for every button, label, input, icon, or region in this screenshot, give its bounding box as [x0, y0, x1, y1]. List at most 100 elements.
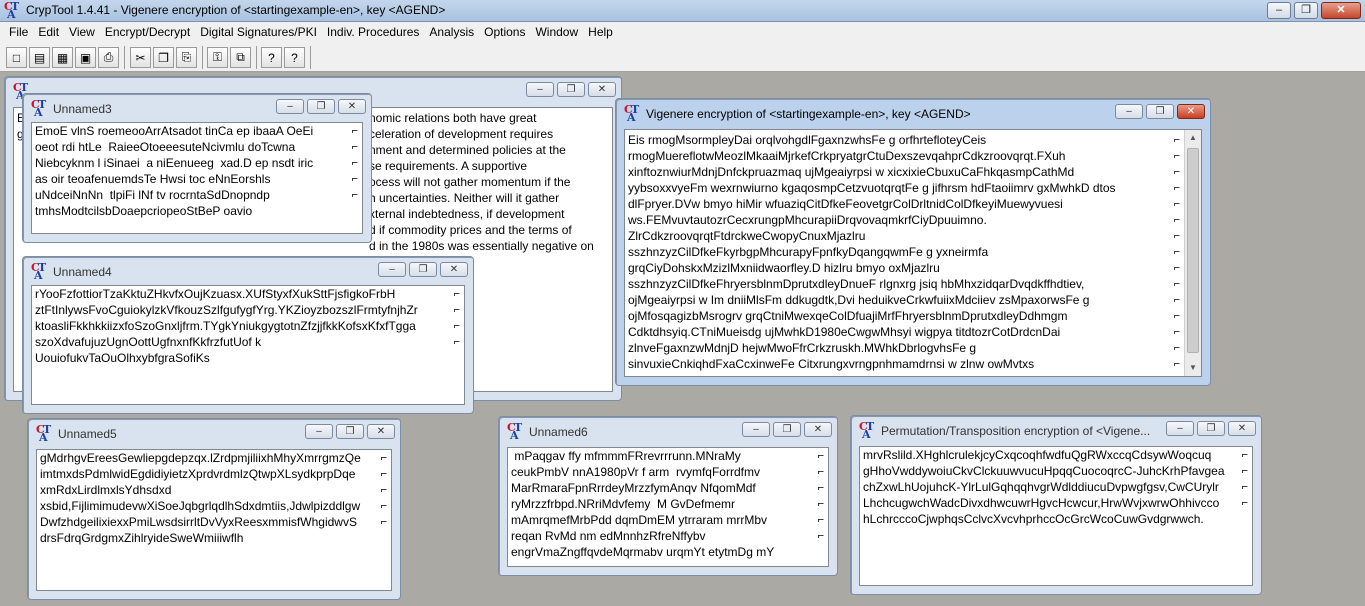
paragraph-mark-icon: ⌐: [1173, 326, 1180, 338]
paragraph-mark-icon: ⌐: [1173, 198, 1180, 210]
menu-indiv-procedures[interactable]: Indiv. Procedures: [322, 25, 425, 39]
text-area-unnamed4[interactable]: rYooFzfottiorTzaKktuZHkvfxOujKzuasx.XUfS…: [31, 285, 465, 405]
app-title: CrypTool 1.4.41 - Vigenere encryption of…: [26, 3, 446, 17]
cryptool-window-icon[interactable]: CTA: [507, 421, 523, 442]
text-area-unnamed5[interactable]: gMdrhgvEreesGewliepgdepzqx.lZrdpmjiliixh…: [36, 449, 392, 591]
text-line: oeot rdi htLe RaieeOtoeeesuteNcivmlu doT…: [35, 140, 358, 154]
scroll-up-icon[interactable]: ▲: [1185, 130, 1201, 146]
text-line: drsFdrqGrdgmxZihlryideSweWmiiiwflh: [40, 531, 244, 545]
text-area-permutation[interactable]: mrvRslild.XHghlcrulekjcyCxqcoqhfwdfuQgRW…: [859, 446, 1253, 586]
menu-view[interactable]: View: [64, 25, 100, 39]
text-line: d if commodity prices and the terms of: [369, 223, 572, 237]
scroll-down-icon[interactable]: ▼: [1185, 360, 1201, 376]
open-folder-icon[interactable]: ▤: [29, 47, 50, 68]
maximize-button[interactable]: ❐: [557, 82, 585, 97]
app-restore-button[interactable]: ❐: [1294, 2, 1318, 19]
paragraph-mark-icon: ⌐: [1173, 342, 1180, 354]
text-line: ryMrzzfrbpd.NRriMdvfemy M GvDefmemr ⌐: [511, 497, 824, 511]
text-line: celeration of development requires: [369, 127, 554, 141]
text-line: MarRmaraFpnRrrdeyMrzzfymAnqv NfqomMdf ⌐: [511, 481, 824, 495]
window-icon[interactable]: ⧉: [230, 47, 251, 68]
menu-encrypt-decrypt[interactable]: Encrypt/Decrypt: [100, 25, 195, 39]
menu-file[interactable]: File: [4, 25, 33, 39]
app-minimize-button[interactable]: ‒: [1267, 2, 1291, 19]
window-title: Unnamed6: [529, 425, 588, 439]
open-file-icon[interactable]: ▦: [52, 47, 73, 68]
minimize-button[interactable]: ‒: [305, 424, 333, 439]
close-button[interactable]: ✕: [804, 422, 832, 437]
toolbar-separator: [202, 46, 203, 69]
toolbar-separator: [124, 46, 125, 69]
close-button[interactable]: ✕: [1177, 104, 1205, 119]
close-button[interactable]: ✕: [440, 262, 468, 277]
close-button[interactable]: ✕: [338, 99, 366, 114]
text-line: dlFpryer.DVw bmyo hiMir wfuaziqCitDfkeFe…: [628, 197, 1180, 211]
menu-help[interactable]: Help: [583, 25, 618, 39]
paragraph-mark-icon: ⌐: [1173, 262, 1180, 274]
text-line: xsbid,FijlimimudevwXiSoeJqbgrlqdlhSdxdmt…: [40, 499, 387, 513]
paragraph-mark-icon: ⌐: [1173, 214, 1180, 226]
close-button[interactable]: ✕: [1228, 421, 1256, 436]
cryptool-window-icon[interactable]: CTA: [624, 103, 640, 124]
print-icon[interactable]: ⎙: [98, 47, 119, 68]
minimize-button[interactable]: ‒: [276, 99, 304, 114]
close-button[interactable]: ✕: [588, 82, 616, 97]
paragraph-mark-icon: ⌐: [1173, 358, 1180, 370]
menu-window[interactable]: Window: [530, 25, 583, 39]
paragraph-mark-icon: ⌐: [817, 530, 824, 542]
menu-edit[interactable]: Edit: [33, 25, 64, 39]
window-vigenere[interactable]: CTA Vigenere encryption of <startingexam…: [615, 98, 1211, 386]
cryptool-window-icon[interactable]: CTA: [859, 420, 875, 441]
cut-icon[interactable]: ✂: [130, 47, 151, 68]
window-unnamed6[interactable]: CTA Unnamed6 ‒ ❐ ✕ mPaqgav ffy mfmmmFRre…: [498, 416, 838, 576]
minimize-button[interactable]: ‒: [378, 262, 406, 277]
window-unnamed4[interactable]: CTA Unnamed4 ‒ ❐ ✕ rYooFzfottiorTzaKktuZ…: [22, 256, 474, 414]
minimize-button[interactable]: ‒: [1115, 104, 1143, 119]
window-unnamed3[interactable]: CTA Unnamed3 ‒ ❐ ✕ EmoE vlnS roemeooArrA…: [22, 93, 372, 243]
minimize-button[interactable]: ‒: [742, 422, 770, 437]
help-icon[interactable]: ?: [261, 47, 282, 68]
cryptool-app-icon[interactable]: CTA: [4, 0, 20, 21]
text-area-unnamed6[interactable]: mPaqgav ffy mfmmmFRrevrrrunn.MNraMy ⌐ ceu…: [507, 447, 829, 567]
save-icon[interactable]: ▣: [75, 47, 96, 68]
text-line: rYooFzfottiorTzaKktuZHkvfxOujKzuasx.XUfS…: [35, 287, 460, 301]
window-unnamed5[interactable]: CTA Unnamed5 ‒ ❐ ✕ gMdrhgvEreesGewliepgd…: [27, 418, 401, 600]
maximize-button[interactable]: ❐: [1146, 104, 1174, 119]
text-line: ktoasliFkkhkkiizxfoSzoGnxljfrm.TYgkYniuk…: [35, 319, 460, 333]
copy-icon[interactable]: ❐: [153, 47, 174, 68]
menu-options[interactable]: Options: [479, 25, 530, 39]
minimize-button[interactable]: ‒: [526, 82, 554, 97]
text-area-vigenere[interactable]: Eis rmogMsormpleyDai orqlvohgdlFgaxnzwhs…: [624, 129, 1202, 377]
text-line: ojMgeaiyrpsi w Im dniiMlsFm ddkugdtk,Dvi…: [628, 293, 1180, 307]
cryptool-window-icon[interactable]: CTA: [36, 423, 52, 444]
paragraph-mark-icon: ⌐: [817, 466, 824, 478]
maximize-button[interactable]: ❐: [1197, 421, 1225, 436]
menu-digital-signatures[interactable]: Digital Signatures/PKI: [195, 25, 322, 39]
window-title: Unnamed5: [58, 427, 117, 441]
paste-icon[interactable]: ⎘: [176, 47, 197, 68]
context-help-icon[interactable]: ?: [284, 47, 305, 68]
text-line: yybsoxxvyeFm wexrnwiurno kgaqosmpCetzvuo…: [628, 181, 1180, 195]
maximize-button[interactable]: ❐: [336, 424, 364, 439]
paragraph-mark-icon: ⌐: [1173, 278, 1180, 290]
scroll-thumb[interactable]: [1187, 148, 1199, 353]
paragraph-mark-icon: ⌐: [817, 514, 824, 526]
cryptool-window-icon[interactable]: CTA: [31, 261, 47, 282]
toolbar-separator: [310, 46, 311, 69]
text-line: xinftoznwiurMdnjDnfckpruazmaq ujMgeaiyrp…: [628, 165, 1180, 179]
new-document-icon[interactable]: □: [6, 47, 27, 68]
close-button[interactable]: ✕: [367, 424, 395, 439]
window-permutation[interactable]: CTA Permutation/Transposition encryption…: [850, 415, 1262, 595]
app-close-button[interactable]: ✕: [1321, 2, 1361, 19]
maximize-button[interactable]: ❐: [773, 422, 801, 437]
menu-analysis[interactable]: Analysis: [424, 25, 479, 39]
key-icon[interactable]: ⚿: [207, 47, 228, 68]
text-area-unnamed3[interactable]: EmoE vlnS roemeooArrAtsadot tinCa ep iba…: [31, 122, 363, 234]
vertical-scrollbar[interactable]: ▲ ▼: [1184, 130, 1201, 376]
maximize-button[interactable]: ❐: [307, 99, 335, 114]
minimize-button[interactable]: ‒: [1166, 421, 1194, 436]
maximize-button[interactable]: ❐: [409, 262, 437, 277]
cryptool-window-icon[interactable]: CTA: [31, 98, 47, 119]
paragraph-mark-icon: ⌐: [817, 498, 824, 510]
text-line: nment and determined policies at the: [369, 143, 566, 157]
